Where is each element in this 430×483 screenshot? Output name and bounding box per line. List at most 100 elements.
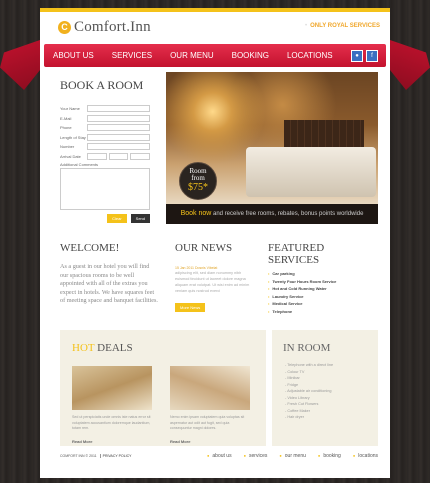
- privacy-policy-link[interactable]: PRIVACY POLICY: [99, 454, 132, 458]
- list-item[interactable]: Medical Service: [268, 300, 378, 308]
- nav-booking[interactable]: BOOKING: [223, 44, 278, 67]
- book-room-title: BOOK A ROOM: [60, 78, 144, 92]
- arrival-day-select[interactable]: [87, 152, 107, 160]
- hero-bed: [246, 147, 376, 197]
- booking-form: Your Name E-Mail Phone Length of Stay Nu…: [60, 104, 151, 223]
- list-item[interactable]: Laundry Service: [268, 293, 378, 301]
- tagline-bullet: •: [304, 23, 308, 29]
- form-row-number: Number: [60, 142, 150, 151]
- stay-select[interactable]: [87, 133, 150, 141]
- hot-deals-title-rest: DEALS: [97, 342, 133, 354]
- form-row-stay: Length of Stay: [60, 133, 150, 142]
- list-item[interactable]: Twenty Four Hours Room Service: [268, 278, 378, 286]
- main-nav: ABOUT US SERVICES OUR MENU BOOKING LOCAT…: [44, 44, 386, 67]
- more-news-button[interactable]: More News: [175, 303, 206, 312]
- footer: COMFORT INN © 2011PRIVACY POLICY about u…: [60, 453, 378, 464]
- welcome-title: WELCOME!: [60, 242, 120, 254]
- form-buttons: Clear Send: [60, 213, 150, 223]
- deal-image[interactable]: [72, 366, 152, 410]
- list-item[interactable]: Car parking: [268, 270, 378, 278]
- logo[interactable]: C Comfort.Inn: [58, 19, 151, 36]
- deal-card: Sed ut perspiciatis unde omnis iste natu…: [72, 366, 152, 444]
- read-more-link[interactable]: Read More: [170, 439, 250, 444]
- hot-deals-title-hot: HOT: [72, 342, 95, 354]
- tagline: • ONLY ROYAL SERVICES: [305, 23, 380, 29]
- arrival-year-select[interactable]: [130, 152, 151, 160]
- phone-label: Phone: [60, 125, 72, 130]
- comments-label: Additional Comments: [60, 161, 99, 167]
- deal-text: Sed ut perspiciatis unde omnis iste natu…: [72, 415, 151, 430]
- number-label: Number: [60, 144, 75, 149]
- services-title-line1: FEATURED: [268, 242, 325, 254]
- hero-caption-text: and receive free rooms, rebates, bonus p…: [213, 211, 364, 217]
- form-row-arrival: Arrival Date: [60, 152, 151, 161]
- services-title-line2: SERVICES: [268, 254, 320, 266]
- news-title: OUR NEWS: [175, 242, 233, 254]
- services-section: FEATUREDSERVICES Car parking Twenty Four…: [268, 242, 378, 315]
- services-list: Car parking Twenty Four Hours Room Servi…: [268, 270, 378, 315]
- list-item[interactable]: Telephone: [268, 308, 378, 316]
- arrival-month-select[interactable]: [108, 152, 129, 160]
- name-label: Your Name: [60, 106, 80, 111]
- footer-nav-locations[interactable]: locations: [353, 453, 378, 459]
- list-item: Telephone with a direct line: [285, 362, 333, 369]
- top-accent-bar: [40, 8, 390, 12]
- page-container: C Comfort.Inn • ONLY ROYAL SERVICES ABOUT…: [40, 8, 390, 478]
- welcome-text: As a guest in our hotel you will find ou…: [60, 263, 158, 305]
- nav-services[interactable]: SERVICES: [103, 44, 161, 67]
- social-icons: ● f: [351, 50, 378, 62]
- nav-about-us[interactable]: ABOUT US: [44, 44, 103, 67]
- footer-nav-about-us[interactable]: about us: [207, 453, 231, 459]
- clear-button[interactable]: Clear: [107, 213, 127, 223]
- in-room-list: Telephone with a direct line Colour TV M…: [285, 362, 333, 421]
- hero-banner[interactable]: Room from $75* Book now and receive free…: [166, 72, 378, 224]
- footer-nav-our-menu[interactable]: our menu: [279, 453, 306, 459]
- hot-deals-title: HOT DEALS: [72, 342, 133, 354]
- hero-caption: Book now and receive free rooms, rebates…: [166, 204, 378, 224]
- form-row-phone: Phone: [60, 123, 150, 132]
- name-field[interactable]: [87, 105, 150, 112]
- list-item: Hair dryer: [285, 414, 333, 421]
- price-badge: Room from $75*: [179, 162, 217, 200]
- stay-label: Length of Stay: [60, 134, 86, 140]
- copyright-text: COMFORT INN © 2011: [60, 454, 97, 458]
- in-room-title: IN ROOM: [283, 342, 331, 354]
- news-section: OUR NEWS 15 Jan 2011 Dosnis Vibelat adip…: [175, 242, 255, 314]
- list-item[interactable]: Hot and Cold Running Water: [268, 285, 378, 293]
- form-row-name: Your Name: [60, 104, 150, 113]
- news-text: adipiscing elit, sed diam nonummy nibh e…: [175, 271, 250, 293]
- services-title: FEATURED SERVICES: [268, 242, 378, 266]
- email-label: E-Mail: [60, 115, 72, 121]
- phone-field[interactable]: [87, 124, 150, 131]
- send-button[interactable]: Send: [130, 213, 150, 223]
- list-item: Adjustable air conditioning: [285, 388, 333, 395]
- logo-text: Comfort.Inn: [74, 19, 151, 35]
- hero-image: Room from $75*: [166, 72, 378, 204]
- logo-icon: C: [58, 21, 71, 34]
- footer-nav: about us services our menu booking locat…: [207, 453, 378, 459]
- welcome-section: WELCOME! As a guest in our hotel you wil…: [60, 242, 158, 306]
- flickr-icon[interactable]: ●: [351, 50, 363, 62]
- copyright: COMFORT INN © 2011 PRIVACY POLICY: [60, 454, 132, 458]
- nav-our-menu[interactable]: OUR MENU: [161, 44, 223, 67]
- comments-field[interactable]: [60, 167, 150, 210]
- form-row-email: E-Mail: [60, 114, 150, 123]
- email-field[interactable]: [87, 114, 150, 122]
- hot-deals-panel: HOT DEALS Sed ut perspiciatis unde omnis…: [60, 330, 266, 446]
- price-from-text: from: [191, 174, 205, 182]
- footer-nav-booking[interactable]: booking: [318, 453, 341, 459]
- tagline-text: ONLY ROYAL SERVICES: [310, 23, 380, 29]
- price-value: $75*: [188, 182, 208, 193]
- deal-card: Nemo enim ipsam voluptatem quia voluptas…: [170, 366, 250, 444]
- arrival-label: Arrival Date: [60, 153, 81, 159]
- facebook-icon[interactable]: f: [366, 50, 378, 62]
- in-room-panel: IN ROOM Telephone with a direct line Col…: [272, 330, 378, 446]
- footer-nav-services[interactable]: services: [244, 453, 267, 459]
- arrival-date-selects: [87, 152, 151, 160]
- number-select[interactable]: [87, 143, 150, 150]
- read-more-link[interactable]: Read More: [72, 439, 152, 444]
- book-now-link[interactable]: Book now: [181, 210, 212, 217]
- deal-text: Nemo enim ipsam voluptatem quia voluptas…: [170, 415, 245, 430]
- nav-locations[interactable]: LOCATIONS: [278, 44, 342, 67]
- deal-image[interactable]: [170, 366, 250, 410]
